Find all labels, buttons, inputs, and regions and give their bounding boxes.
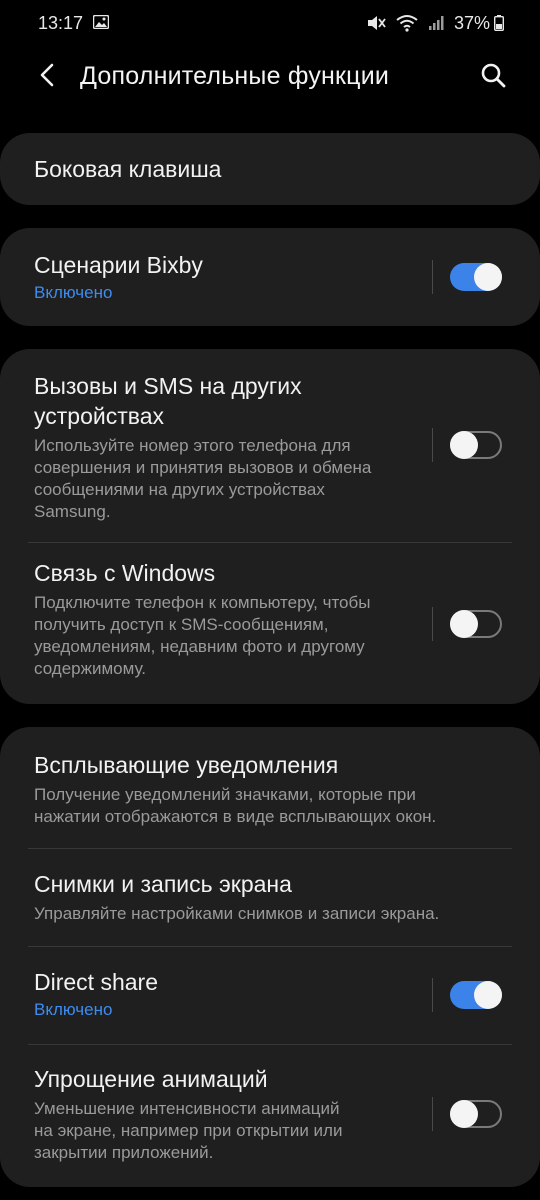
direct-share-title: Direct share (34, 969, 158, 995)
side-key-title: Боковая клавиша (34, 156, 222, 182)
calls-sms-toggle[interactable] (450, 431, 502, 459)
search-icon (480, 62, 506, 93)
popup-title: Всплывающие уведомления (34, 752, 339, 778)
divider-vertical (432, 1097, 433, 1131)
side-key-item[interactable]: Боковая клавиша (0, 133, 540, 205)
toggle-knob (450, 610, 478, 638)
signal-icon (428, 15, 444, 31)
direct-share-toggle[interactable] (450, 981, 502, 1009)
popup-desc-line2: нажатии отображаются в виде всплывающих … (34, 807, 437, 826)
calls-sms-desc-line2: совершения и принятия вызовов и обмена (34, 458, 372, 477)
animations-desc-line3: закрытии приложений. (34, 1143, 214, 1162)
calls-sms-desc-line3: сообщениями на других устройствах (34, 480, 325, 499)
toggle-knob (474, 263, 502, 291)
back-button[interactable] (30, 60, 64, 94)
battery-indicator: 37% (454, 13, 504, 34)
card-bixby: Сценарии Bixby Включено (0, 228, 540, 326)
screenshots-desc-line1: Управляйте настройками снимков и записи … (34, 904, 440, 923)
battery-percent: 37% (453, 12, 490, 33)
windows-title: Связь с Windows (34, 560, 216, 586)
app-header: Дополнительные функции (0, 46, 540, 110)
windows-desc-line4: содержимому. (34, 659, 147, 678)
status-bar: 13:17 37% (0, 0, 540, 46)
toggle-knob (450, 431, 478, 459)
calls-sms-title-line1: Вызовы и SMS на других (34, 373, 302, 399)
direct-share-status: Включено (34, 1000, 113, 1019)
mute-icon (366, 14, 386, 32)
calls-sms-desc-line1: Используйте номер этого телефона для (34, 436, 351, 455)
wifi-icon (396, 14, 418, 32)
divider-vertical (432, 428, 433, 462)
page-title: Дополнительные функции (80, 62, 390, 90)
screenshots-item[interactable]: Снимки и запись экрана Управляйте настро… (0, 848, 540, 946)
animations-title: Упрощение анимаций (34, 1066, 268, 1092)
gallery-icon (92, 13, 110, 34)
screenshots-title: Снимки и запись экрана (34, 871, 292, 897)
status-left: 13:17 (38, 12, 110, 34)
toggle-knob (450, 1100, 478, 1128)
divider-vertical (432, 260, 433, 294)
bixby-title: Сценарии Bixby (34, 252, 203, 278)
calls-sms-title-line2: устройствах (34, 403, 164, 429)
card-connections: Вызовы и SMS на других устройствах Испол… (0, 349, 540, 704)
status-time: 13:17 (38, 12, 84, 33)
animations-desc-line2: на экране, например при открытии или (34, 1121, 343, 1140)
divider-vertical (432, 978, 433, 1012)
search-button[interactable] (476, 60, 510, 94)
bixby-status: Включено (34, 283, 113, 302)
status-right: 37% (366, 13, 504, 34)
windows-toggle[interactable] (450, 610, 502, 638)
calls-sms-desc-line4: Samsung. (34, 502, 111, 521)
popup-desc-line1: Получение уведомлений значками, которые … (34, 785, 416, 804)
windows-desc-line3: уведомлениям, недавним фото и другому (34, 637, 365, 656)
battery-icon (494, 15, 504, 31)
divider-vertical (432, 607, 433, 641)
popup-item[interactable]: Всплывающие уведомления Получение уведом… (0, 727, 540, 848)
bixby-toggle[interactable] (450, 263, 502, 291)
chevron-left-icon (39, 63, 55, 92)
card-misc: Всплывающие уведомления Получение уведом… (0, 727, 540, 1187)
toggle-knob (474, 981, 502, 1009)
animations-toggle[interactable] (450, 1100, 502, 1128)
windows-desc-line1: Подключите телефон к компьютеру, чтобы (34, 593, 371, 612)
animations-desc-line1: Уменьшение интенсивности анимаций (34, 1099, 340, 1118)
card-side-key: Боковая клавиша (0, 133, 540, 205)
windows-desc-line2: получить доступ к SMS-сообщениям, (34, 615, 329, 634)
